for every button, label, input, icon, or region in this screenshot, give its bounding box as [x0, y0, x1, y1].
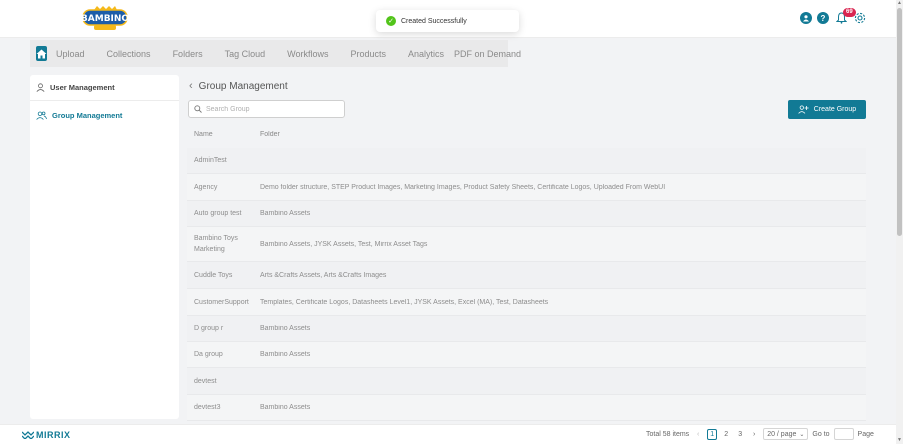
user-outline-icon: [36, 83, 45, 92]
group-name-cell: devtest3: [194, 404, 221, 411]
group-folder-cell: Bambino Assets: [260, 210, 311, 217]
column-header-name: Name: [194, 131, 213, 138]
nav-pdf-on-demand[interactable]: PDF on Demand: [454, 49, 521, 59]
scroll-down-icon[interactable]: ▼: [896, 437, 903, 443]
sidebar-item-user-management[interactable]: User Management: [30, 75, 179, 101]
table-row[interactable]: Agency Demo folder structure, STEP Produc…: [187, 174, 866, 201]
chevron-down-icon: ⌄: [799, 431, 805, 438]
group-folder-cell: Bambino Assets: [260, 404, 311, 411]
page-size-select[interactable]: 20 / page ⌄: [763, 428, 809, 440]
settings-icon[interactable]: [854, 12, 866, 26]
bambino-logo[interactable]: BAMBINO: [82, 6, 128, 32]
nav-analytics[interactable]: Analytics: [408, 49, 444, 59]
search-box[interactable]: [188, 100, 345, 118]
table-row[interactable]: AdminTest: [187, 148, 866, 174]
scroll-up-icon[interactable]: ▲: [896, 0, 903, 6]
search-input[interactable]: [206, 105, 336, 113]
sidebar-item-label: User Management: [50, 83, 115, 92]
prev-page-icon[interactable]: ‹: [693, 429, 703, 440]
table-row[interactable]: Bambino Toys Marketing Bambino Assets, JY…: [187, 227, 866, 262]
nav-collections[interactable]: Collections: [107, 49, 151, 59]
page-2[interactable]: 2: [721, 429, 731, 440]
home-button[interactable]: [36, 46, 47, 61]
group-name-cell: Bambino Toys Marketing: [194, 235, 238, 253]
mirrix-mark-icon: [22, 431, 34, 439]
footer: MIRRIX Total 58 items ‹ 1 2 3 › 20 / pag…: [0, 424, 896, 444]
home-icon: [36, 49, 47, 58]
page-3[interactable]: 3: [735, 429, 745, 440]
page-title: Group Management: [198, 80, 288, 92]
group-folder-cell: Arts &Crafts Assets, Arts &Crafts Images: [260, 271, 387, 279]
group-name-cell: devtest: [194, 377, 217, 385]
back-arrow-icon[interactable]: ‹: [189, 80, 193, 92]
nav-workflows[interactable]: Workflows: [287, 49, 328, 59]
sidebar-item-label: Group Management: [52, 110, 123, 120]
table-header: Name Folder: [187, 121, 866, 148]
group-folder-cell: Bambino Assets: [260, 351, 311, 358]
total-count: Total 58 items: [646, 430, 690, 438]
nav-upload[interactable]: Upload: [56, 49, 85, 59]
brand-text: MIRRIX: [36, 430, 71, 440]
nav-folders[interactable]: Folders: [173, 49, 203, 59]
user-icon[interactable]: [800, 12, 812, 24]
table-row[interactable]: devtest: [187, 368, 866, 395]
next-page-icon[interactable]: ›: [749, 429, 759, 440]
toast-message: Created Successfully: [401, 17, 467, 25]
group-name-cell: Da group: [194, 351, 223, 358]
admin-sidebar: User Management Group Management: [30, 75, 179, 419]
page-1[interactable]: 1: [707, 428, 718, 440]
table-row[interactable]: Da group Bambino Assets: [187, 342, 866, 368]
group-name-cell: Cuddle Toys: [194, 271, 233, 279]
check-circle-icon: ✓: [386, 16, 396, 26]
create-group-button[interactable]: Create Group: [788, 100, 866, 119]
page-size-value: 20 / page: [767, 430, 797, 438]
main-nav: Upload Collections Folders Tag Cloud Wor…: [30, 40, 521, 67]
group-name-cell: Agency: [194, 183, 218, 191]
page-scrollbar[interactable]: ▲ ▼: [896, 0, 903, 444]
create-group-label: Create Group: [813, 106, 857, 113]
group-name-cell: CustomerSupport: [194, 298, 249, 306]
goto-label: Go to: [812, 430, 830, 438]
group-name-cell: Auto group test: [194, 210, 242, 217]
logo-text: BAMBINO: [82, 14, 128, 24]
page-header: ‹ Group Management: [189, 80, 288, 92]
sidebar-item-group-management[interactable]: Group Management: [30, 102, 179, 128]
group-name-cell: AdminTest: [194, 157, 227, 164]
group-folder-cell: Bambino Assets: [260, 325, 311, 332]
group-folder-cell: Demo folder structure, STEP Product Imag…: [260, 183, 666, 191]
nav-products[interactable]: Products: [350, 49, 386, 59]
table-body: AdminTest Agency Demo folder structure, ST…: [187, 148, 866, 421]
add-group-icon: [798, 105, 809, 114]
group-name-cell: D group r: [194, 325, 224, 332]
column-header-folder: Folder: [260, 131, 280, 138]
table-row[interactable]: Auto group test Bambino Assets: [187, 201, 866, 227]
table-row[interactable]: devtest3 Bambino Assets: [187, 395, 866, 421]
group-icon: [36, 111, 47, 120]
table-row[interactable]: D group r Bambino Assets: [187, 316, 866, 342]
nav-tag-cloud[interactable]: Tag Cloud: [225, 49, 266, 59]
table-row[interactable]: CustomerSupport Templates, Certificate Lo…: [187, 289, 866, 316]
search-icon: [194, 105, 202, 113]
pagination: Total 58 items ‹ 1 2 3 › 20 / page ⌄ Go …: [646, 428, 878, 440]
help-icon[interactable]: ?: [817, 12, 829, 24]
goto-page-input[interactable]: [833, 428, 854, 440]
scroll-thumb[interactable]: [897, 8, 902, 236]
group-folder-cell: Templates, Certificate Logos, Datasheets…: [260, 298, 549, 306]
table-row[interactable]: Cuddle Toys Arts &Crafts Assets, Arts &Cr…: [187, 262, 866, 289]
group-table: Name Folder AdminTest Agency Demo folder s…: [187, 121, 866, 421]
group-folder-cell: Bambino Assets, JYSK Assets, Test, Mirri…: [260, 240, 428, 248]
success-toast: ✓ Created Successfully: [376, 10, 519, 32]
page-label: Page: [857, 430, 874, 438]
